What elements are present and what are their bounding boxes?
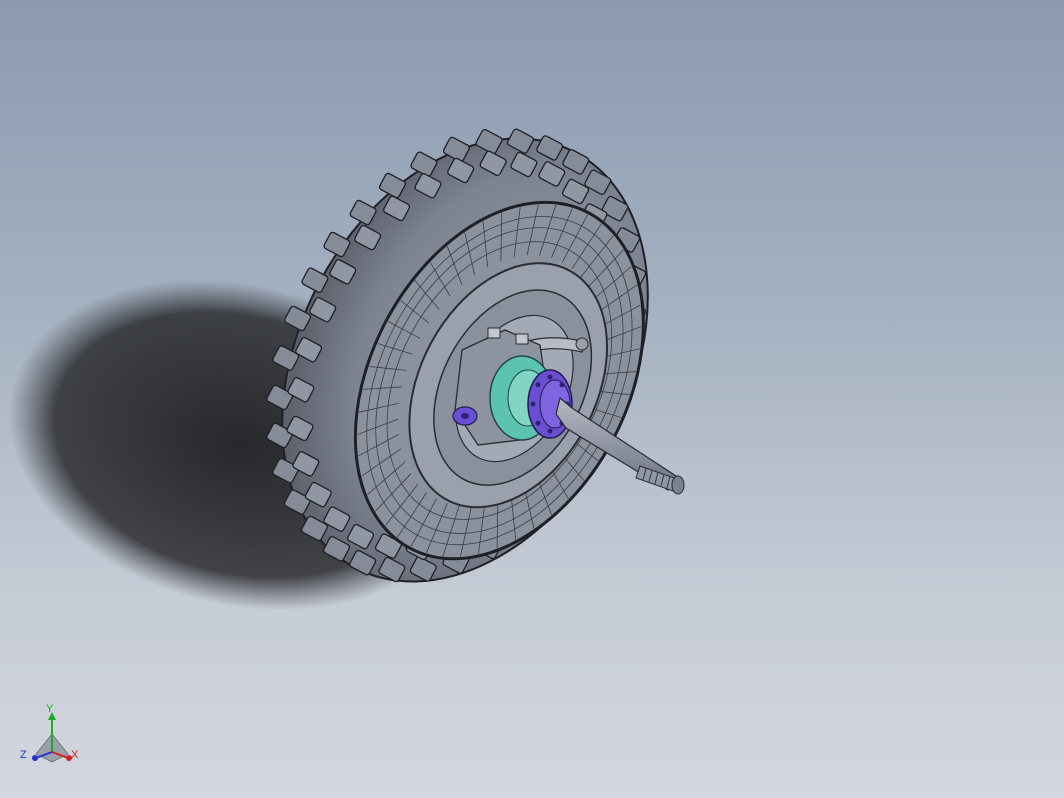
flange-bolt-hole [547, 428, 553, 434]
reference-triad: Y X Z [18, 702, 88, 772]
graphics-viewport[interactable] [0, 0, 1064, 798]
flange-bolt-hole [535, 420, 541, 426]
flange-bolt-hole [535, 382, 541, 388]
steering-arm-eye [575, 337, 589, 351]
x-axis-label: X [71, 749, 79, 761]
flange-bolt-hole [559, 382, 565, 388]
y-axis-label: Y [46, 703, 54, 715]
flange-bolt-hole [547, 374, 553, 380]
flange-bolt-hole [530, 401, 536, 407]
axle-end [671, 475, 685, 495]
knuckle-bolt [515, 333, 529, 345]
knuckle-bolt [487, 327, 501, 339]
z-axis-tip [32, 755, 38, 761]
z-axis-label: Z [20, 749, 27, 761]
brake-caliper-bolt-hole [461, 413, 469, 419]
